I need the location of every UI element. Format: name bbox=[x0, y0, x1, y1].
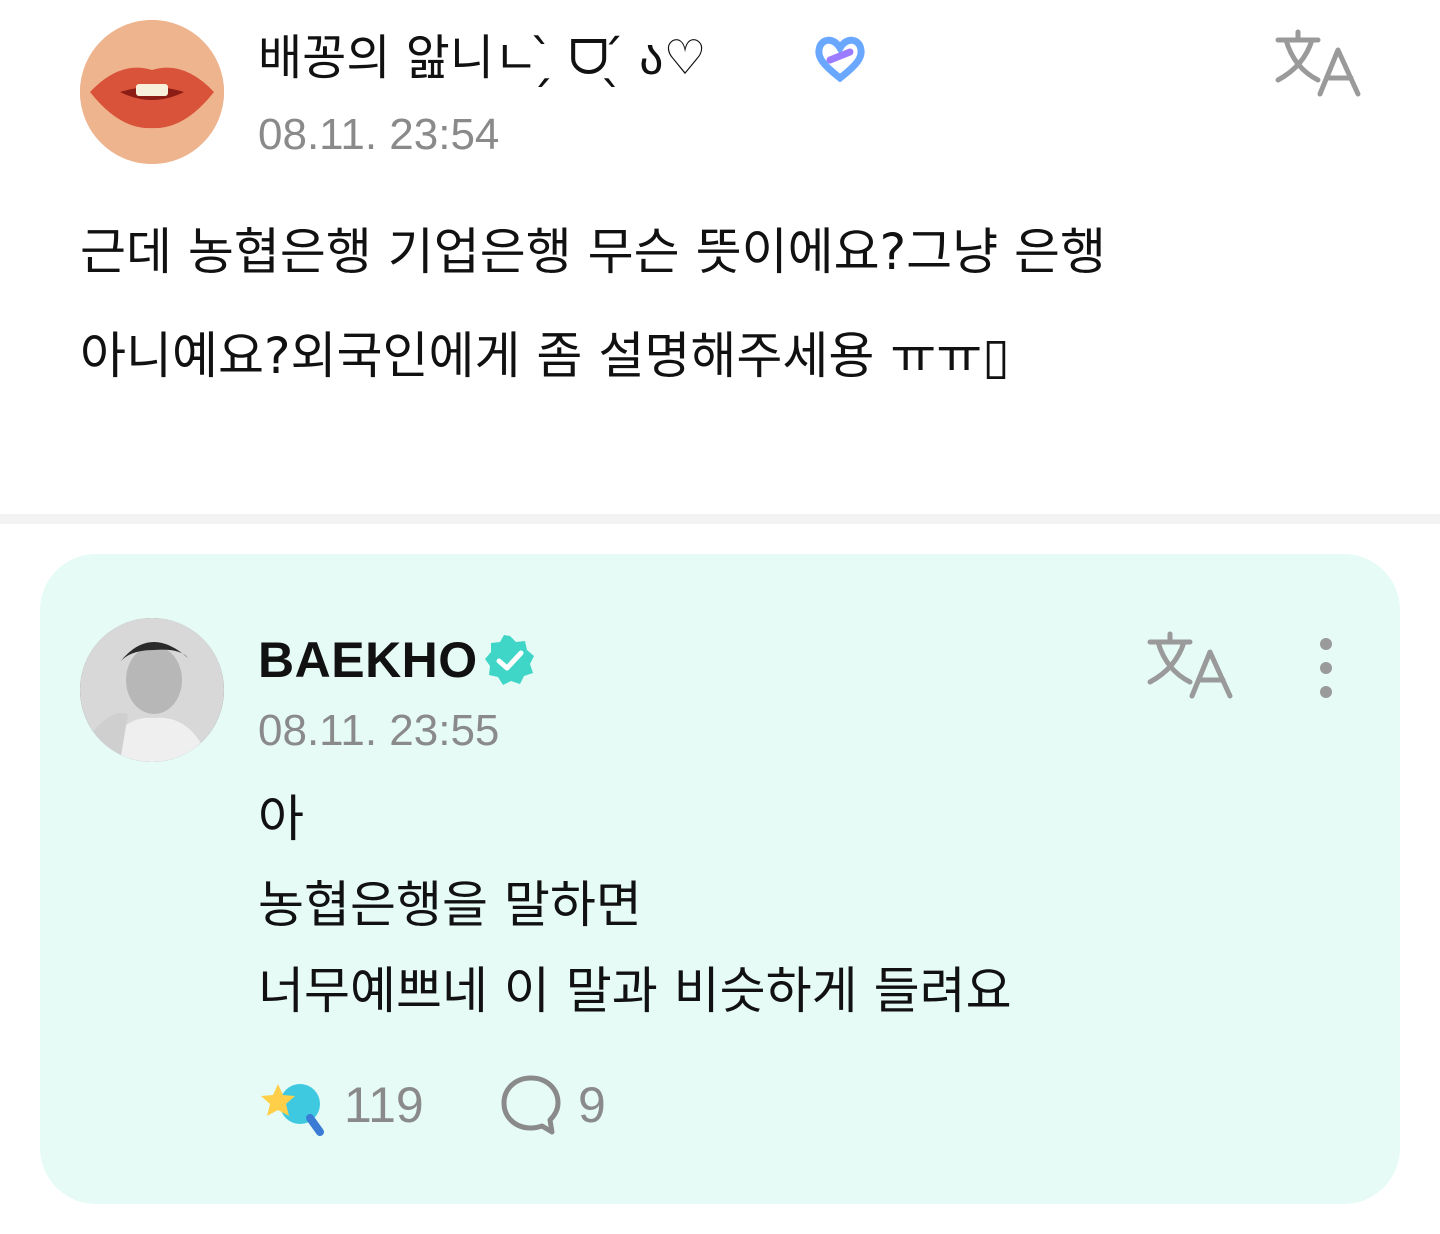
lips-avatar-icon bbox=[80, 20, 224, 164]
post-timestamp: 08.11. 23:54 bbox=[258, 110, 500, 159]
reply-body-line: 농협은행을 말하면 bbox=[258, 876, 642, 934]
section-divider bbox=[0, 514, 1440, 524]
post-body-line: 근데 농협은행 기업은행 무슨 뜻이에요?그냥 은행 bbox=[80, 223, 1107, 281]
reply-body: 아 농협은행을 말하면 너무예쁘네 이 말과 비슷하게 들려요 bbox=[258, 776, 1012, 1034]
reaction-bar: 119 9 bbox=[258, 1072, 678, 1138]
more-options-icon[interactable] bbox=[1304, 634, 1348, 702]
verified-badge-icon bbox=[485, 635, 534, 685]
post-author-name[interactable]: 배꽁의 앒니ㄴ ̗̀ ᗜ ̖́ ა♡ bbox=[258, 30, 707, 86]
reply-author-name[interactable]: BAEKHO bbox=[258, 632, 478, 688]
reply-author-avatar[interactable] bbox=[80, 618, 224, 762]
author-avatar[interactable] bbox=[80, 20, 224, 164]
original-post: 배꽁의 앒니ㄴ ̗̀ ᗜ ̖́ ა♡ 08.11. 23:54 근데 농협은행 … bbox=[0, 0, 1440, 514]
comment-bubble-icon[interactable] bbox=[498, 1072, 564, 1138]
comment-count: 9 bbox=[578, 1077, 606, 1133]
reply-body-line: 아 bbox=[258, 790, 304, 848]
heart-link-icon bbox=[815, 36, 865, 82]
translate-icon[interactable] bbox=[1146, 630, 1234, 700]
profile-photo-avatar-icon bbox=[80, 618, 224, 762]
post-body-line: 아니예요?외국인에게 좀 설명해주세용 ㅠㅠ▯ bbox=[80, 327, 1010, 385]
post-body: 근데 농협은행 기업은행 무슨 뜻이에요?그냥 은행 아니예요?외국인에게 좀 … bbox=[80, 200, 1370, 408]
reply-body-line: 너무예쁘네 이 말과 비슷하게 들려요 bbox=[258, 962, 1012, 1020]
translate-icon[interactable] bbox=[1274, 28, 1362, 98]
like-star-icon[interactable] bbox=[258, 1074, 328, 1136]
artist-reply-card: BAEKHO 08.11. 23:55 아 농협은행을 말하면 너무예쁘네 이 … bbox=[40, 554, 1400, 1204]
like-count: 119 bbox=[344, 1077, 424, 1133]
reply-timestamp: 08.11. 23:55 bbox=[258, 706, 500, 755]
